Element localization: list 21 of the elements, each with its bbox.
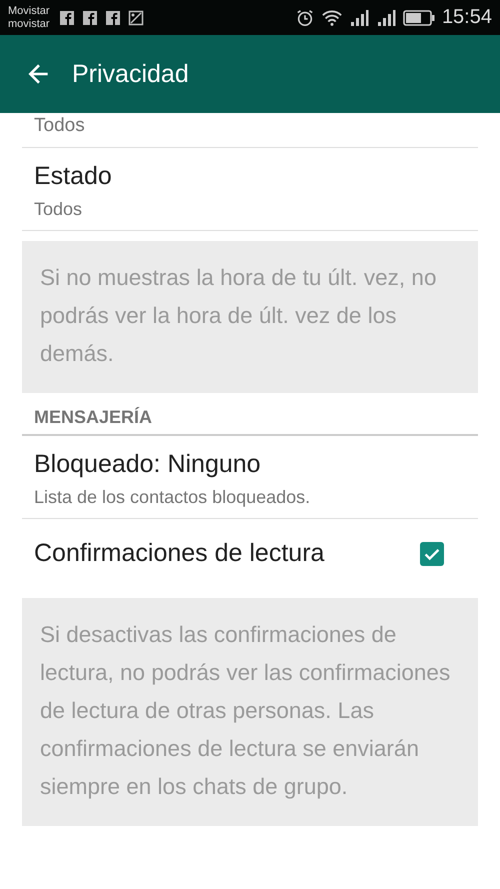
facebook-icon: [58, 10, 75, 26]
facebook-icon: [82, 10, 98, 26]
alarm-icon: [294, 8, 315, 26]
section-header: MENSAJERÍA: [34, 407, 152, 427]
info-note: Si desactivas las confirmaciones de lectura, no podrás ver las confirmaciones de lectura de otras personas. Las confirmaciones de lectura se enviarán siempre en los chats de grupo.: [40, 621, 452, 801]
battery-icon: [402, 10, 435, 26]
setting-value: Todos: [34, 115, 86, 137]
carrier-name: movistar: [8, 18, 50, 30]
setting-item[interactable]: Bloqueado: Ninguno Lista de los contactos bloqueados.: [22, 436, 478, 519]
facebook-icon: [104, 10, 121, 26]
setting-label: Confirmaciones de lectura: [34, 539, 324, 568]
screen-title: Privacidad: [72, 60, 189, 88]
info-note: Si no muestras la hora de tu últ. vez, no podrás ver la hora de últ. vez de los demás.: [40, 264, 438, 368]
signal-icon: [376, 8, 396, 26]
carrier-name: Movistar: [8, 4, 50, 18]
signal-icon: [348, 8, 369, 26]
image-icon: [128, 10, 144, 26]
wifi-icon: [322, 8, 342, 26]
setting-item[interactable]: Estado Todos: [22, 148, 478, 231]
clock-time: 15:54: [442, 6, 492, 29]
checkbox[interactable]: [420, 542, 444, 566]
